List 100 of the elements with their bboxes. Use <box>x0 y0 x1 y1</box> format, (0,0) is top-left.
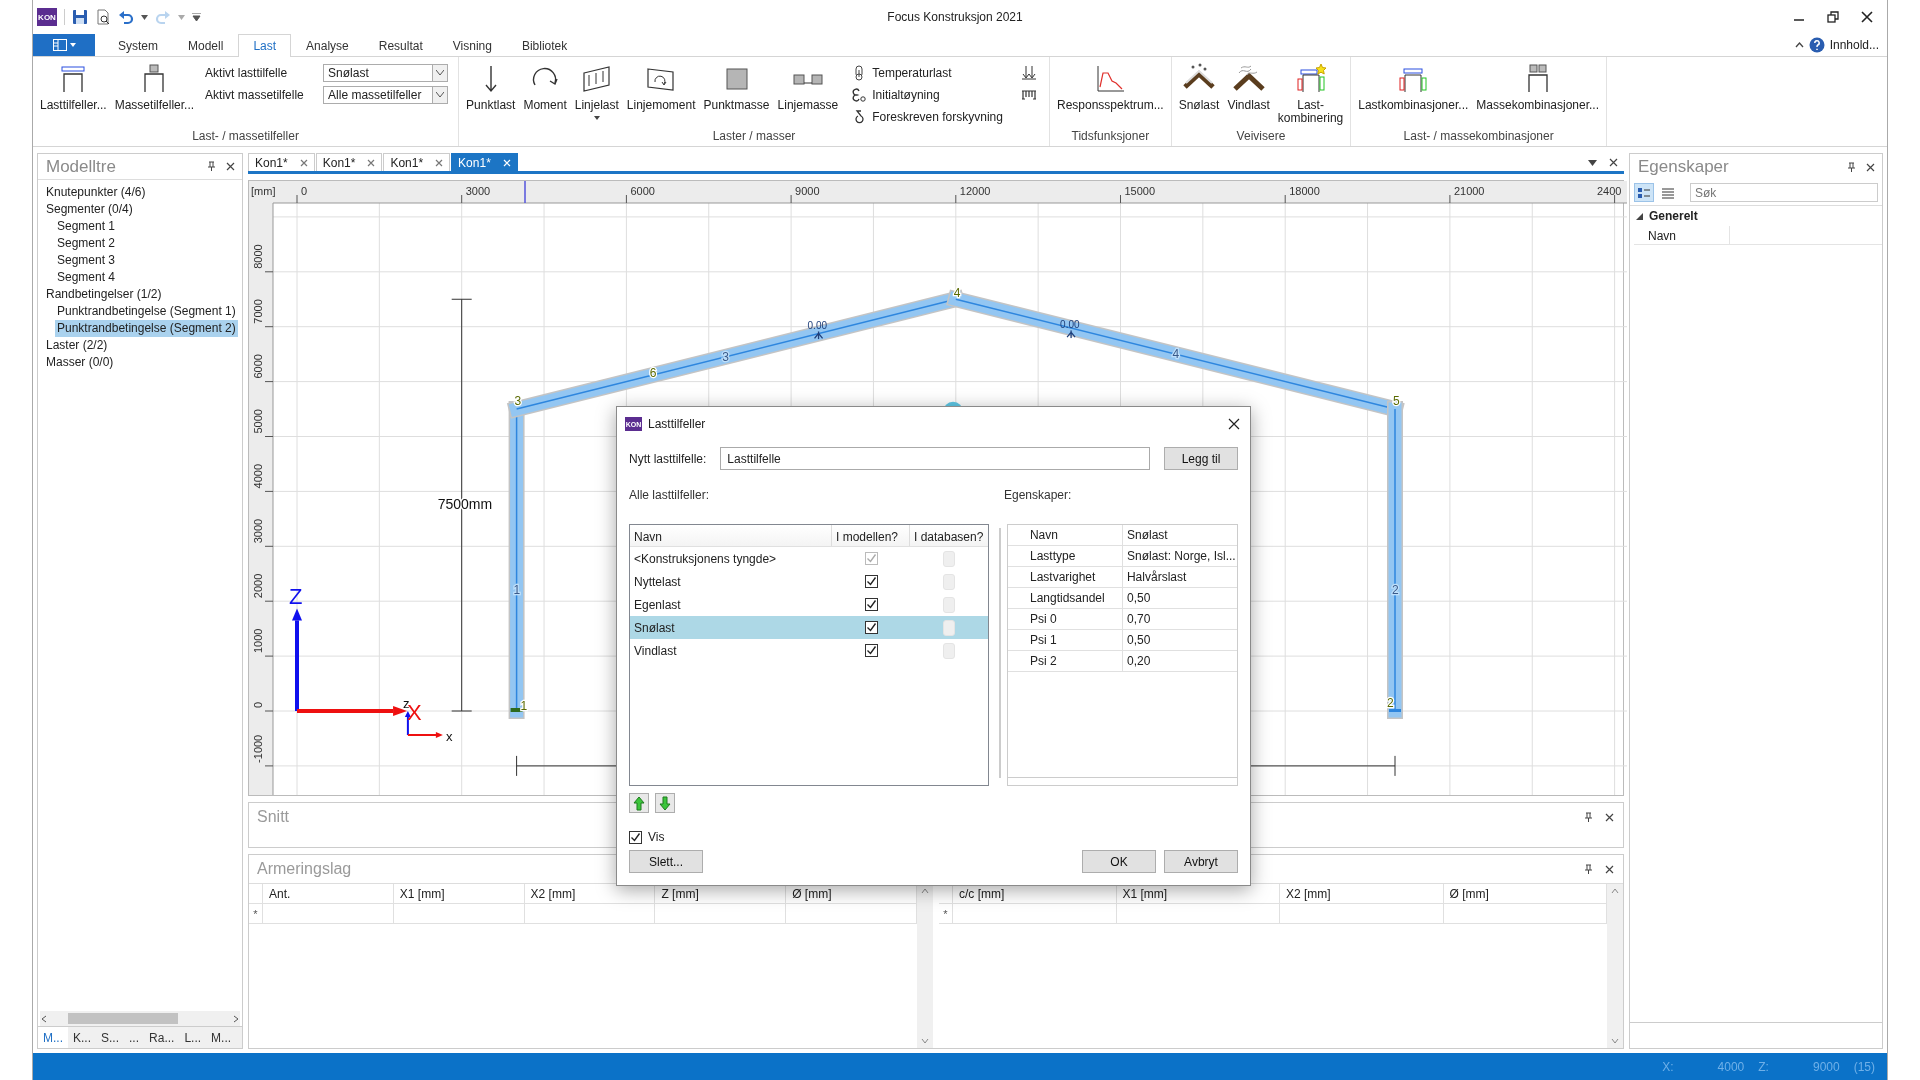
dialog-button[interactable]: OK <box>1082 850 1156 873</box>
checkbox[interactable] <box>629 830 642 844</box>
close-icon[interactable] <box>1604 863 1615 875</box>
ribbon-button[interactable]: Responsspektrum... <box>1053 61 1167 114</box>
ribbon-button[interactable]: Temperaturlast <box>849 63 1005 82</box>
document-tab[interactable]: Kon1* <box>451 153 518 171</box>
tree-item[interactable]: Segment 3 <box>55 252 118 269</box>
ribbon-tab[interactable]: Resultat <box>363 35 438 57</box>
scroll-down-icon[interactable] <box>921 1038 929 1044</box>
close-icon[interactable] <box>1609 158 1618 167</box>
panel-tab[interactable]: S... <box>96 1027 125 1048</box>
list-row[interactable]: Snølast <box>630 616 988 639</box>
ribbon-tab[interactable]: System <box>103 35 173 57</box>
ribbon-button[interactable]: Massekombinasjoner... <box>1473 61 1603 114</box>
ribbon-button[interactable]: Linjelast <box>571 61 622 122</box>
ribbon-button[interactable]: Punktmasse <box>700 61 773 114</box>
vertical-scrollbar[interactable] <box>1607 884 1623 1048</box>
dialog-button[interactable]: Slett... <box>629 850 703 873</box>
pin-icon[interactable] <box>206 161 217 172</box>
file-menu-button[interactable] <box>33 34 95 56</box>
ribbon-button[interactable]: Linjemoment <box>623 61 699 114</box>
tree-item[interactable]: Randbetingelser (1/2) <box>44 286 164 303</box>
move-up-button[interactable] <box>629 793 649 813</box>
ribbon-button[interactable]: Snølast <box>1175 61 1223 114</box>
ribbon-button[interactable]: Moment <box>520 61 570 114</box>
dropdown-field[interactable]: Alle massetilfeller <box>323 85 449 104</box>
document-tab[interactable]: Kon1* <box>383 153 451 171</box>
print-preview-icon[interactable] <box>95 9 111 25</box>
dialog-button[interactable]: Avbryt <box>1164 850 1238 873</box>
scroll-right-icon[interactable] <box>232 1014 240 1023</box>
save-icon[interactable] <box>72 9 88 25</box>
close-icon[interactable] <box>225 161 236 172</box>
collapse-caret-icon[interactable] <box>1794 42 1804 48</box>
scroll-left-icon[interactable] <box>40 1014 48 1023</box>
list-row[interactable]: Egenlast <box>630 593 988 616</box>
vertical-scrollbar[interactable] <box>917 884 933 1048</box>
close-icon[interactable] <box>1228 418 1240 430</box>
ribbon-button[interactable]: Foreskreven forskyvning <box>849 107 1005 126</box>
ribbon-tab[interactable]: Visning <box>437 35 507 57</box>
move-down-button[interactable] <box>655 793 675 813</box>
document-tab[interactable]: Kon1* <box>248 153 315 171</box>
panel-tab[interactable]: Ra... <box>144 1027 180 1048</box>
close-icon[interactable] <box>1604 811 1615 823</box>
ribbon-button[interactable]: Vindlast <box>1224 61 1273 114</box>
help-icon[interactable] <box>1808 37 1825 53</box>
ribbon-button[interactable]: Lastkombinasjoner... <box>1355 61 1472 114</box>
close-icon[interactable] <box>1861 11 1873 23</box>
panel-tab[interactable]: L... <box>179 1027 207 1048</box>
scroll-up-icon[interactable] <box>921 888 929 894</box>
tree-item[interactable]: Punktrandbetingelse (Segment 1) <box>55 303 238 320</box>
dropdown-field[interactable]: Snølast <box>323 63 449 82</box>
checkbox[interactable] <box>864 575 878 588</box>
checkbox[interactable] <box>864 598 878 611</box>
tree-item[interactable]: Segmenter (0/4) <box>44 201 135 218</box>
ribbon-tab[interactable]: Last <box>238 34 292 57</box>
panel-tab[interactable]: M... <box>38 1027 68 1048</box>
document-tab[interactable]: Kon1* <box>315 153 383 171</box>
undo-icon[interactable] <box>118 9 134 25</box>
ribbon-button[interactable]: Last- kombinering <box>1274 61 1347 127</box>
search-field[interactable]: Søk <box>1690 183 1878 202</box>
pin-icon[interactable] <box>1583 811 1594 823</box>
close-icon[interactable] <box>1865 161 1876 173</box>
list-row[interactable]: Vindlast <box>630 639 988 662</box>
ribbon-button[interactable]: Punktlast <box>463 61 519 114</box>
scroll-up-icon[interactable] <box>1611 888 1619 894</box>
add-button[interactable]: Legg til <box>1164 447 1238 470</box>
scroll-down-icon[interactable] <box>1611 1038 1619 1044</box>
horizontal-scrollbar[interactable] <box>40 1011 240 1026</box>
customize-caret-icon[interactable] <box>192 13 201 21</box>
ribbon-button[interactable]: Massetilfeller... <box>111 61 198 114</box>
name-input-field[interactable]: Lasttilfelle <box>720 447 1150 470</box>
help-link[interactable]: Innhold... <box>1829 38 1879 52</box>
scrollbar-thumb[interactable] <box>68 1013 178 1024</box>
pin-icon[interactable] <box>1846 161 1857 173</box>
restore-icon[interactable] <box>1827 11 1839 23</box>
checkbox[interactable] <box>864 621 878 634</box>
checkbox[interactable] <box>864 644 878 657</box>
tree-item[interactable]: Masser (0/0) <box>44 354 116 371</box>
categorized-view-button[interactable] <box>1634 183 1654 202</box>
ribbon-tab[interactable]: Modell <box>173 35 239 57</box>
panel-tab[interactable]: ... <box>124 1027 145 1048</box>
ribbon-button[interactable]: Initialtøyning <box>849 85 1005 104</box>
tree-item[interactable]: Laster (2/2) <box>44 337 110 354</box>
tree-item[interactable]: Segment 4 <box>55 269 118 286</box>
expanded-triangle-icon[interactable] <box>1636 212 1643 220</box>
tree-item[interactable]: Knutepunkter (4/6) <box>44 184 148 201</box>
ribbon-tab[interactable]: Bibliotek <box>506 35 583 57</box>
caret-icon[interactable] <box>141 14 148 20</box>
tree-item[interactable]: Punktrandbetingelse (Segment 2) <box>55 320 238 337</box>
panel-tab[interactable]: M... <box>206 1027 237 1048</box>
panel-tab[interactable]: K... <box>68 1027 96 1048</box>
tree-item[interactable]: Segment 2 <box>55 235 118 252</box>
tree-item[interactable]: Segment 1 <box>55 218 118 235</box>
categorized-list-icon <box>1638 186 1650 199</box>
ribbon-tab[interactable]: Analyse <box>291 35 364 57</box>
pin-icon[interactable] <box>1583 863 1594 875</box>
dropdown-caret-icon[interactable] <box>1588 159 1597 166</box>
list-row[interactable]: Nyttelast <box>630 570 988 593</box>
ribbon-button[interactable]: Linjemasse <box>774 61 842 114</box>
ribbon-button[interactable]: Lasttilfeller... <box>37 61 110 114</box>
